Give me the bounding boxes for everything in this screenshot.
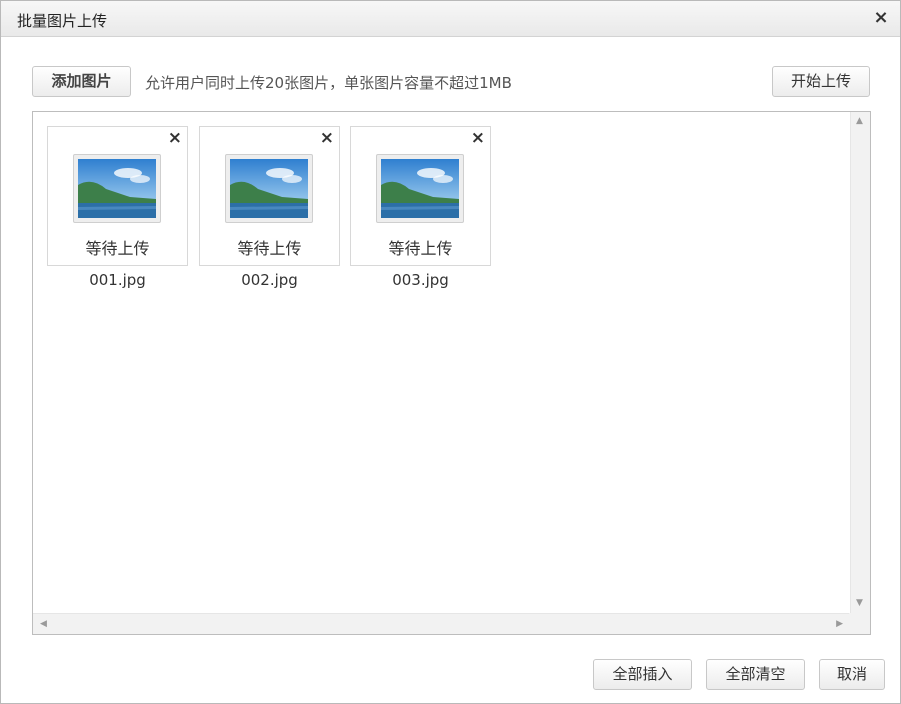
start-upload-button[interactable]: 开始上传 — [772, 66, 870, 97]
upload-hint: 允许用户同时上传20张图片，单张图片容量不超过1MB — [145, 74, 512, 92]
close-icon[interactable]: × — [471, 129, 485, 147]
file-card: × 等待上传 — [199, 126, 340, 266]
vertical-scrollbar[interactable]: ▲ ▼ — [850, 112, 870, 614]
file-name: 003.jpg — [392, 271, 449, 289]
file-item: × — [350, 126, 491, 291]
upload-status: 等待上传 — [237, 239, 302, 258]
landscape-image-icon — [73, 154, 161, 223]
horizontal-scrollbar[interactable]: ◀ ▶ — [33, 613, 849, 634]
add-images-button[interactable]: 添加图片 — [32, 66, 131, 97]
scroll-up-icon[interactable]: ▲ — [856, 116, 863, 126]
landscape-image-icon-graphic — [78, 159, 156, 218]
upload-queue: × 等待上传 001.jpg × 等待上传 002.jpg × 等待上传 003… — [32, 111, 871, 635]
file-name: 001.jpg — [89, 271, 146, 289]
insert-all-button[interactable]: 全部插入 — [593, 659, 692, 690]
file-card: × 等待上传 — [47, 126, 188, 266]
landscape-image-icon-graphic — [381, 159, 459, 218]
file-name: 002.jpg — [241, 271, 298, 289]
file-card: × 等待上传 — [350, 126, 491, 266]
scroll-down-icon[interactable]: ▼ — [856, 598, 863, 608]
scroll-left-icon[interactable]: ◀ — [40, 619, 47, 629]
landscape-image-icon-graphic — [230, 159, 308, 218]
file-item: × — [199, 126, 340, 291]
batch-upload-dialog: 批量图片上传 × 添加图片 允许用户同时上传20张图片，单张图片容量不超过1MB… — [0, 0, 901, 704]
scrollbar-corner — [849, 613, 870, 634]
dialog-title: 批量图片上传 — [17, 12, 108, 30]
upload-status: 等待上传 — [85, 239, 150, 258]
close-icon[interactable]: × — [872, 9, 890, 27]
upload-status: 等待上传 — [388, 239, 453, 258]
close-icon[interactable]: × — [168, 129, 182, 147]
scroll-right-icon[interactable]: ▶ — [836, 619, 843, 629]
dialog-titlebar: 批量图片上传 × — [1, 1, 900, 37]
file-item: × — [47, 126, 188, 291]
cancel-button[interactable]: 取消 — [819, 659, 885, 690]
landscape-image-icon — [225, 154, 313, 223]
clear-all-button[interactable]: 全部清空 — [706, 659, 805, 690]
landscape-image-icon — [376, 154, 464, 223]
close-icon[interactable]: × — [320, 129, 334, 147]
